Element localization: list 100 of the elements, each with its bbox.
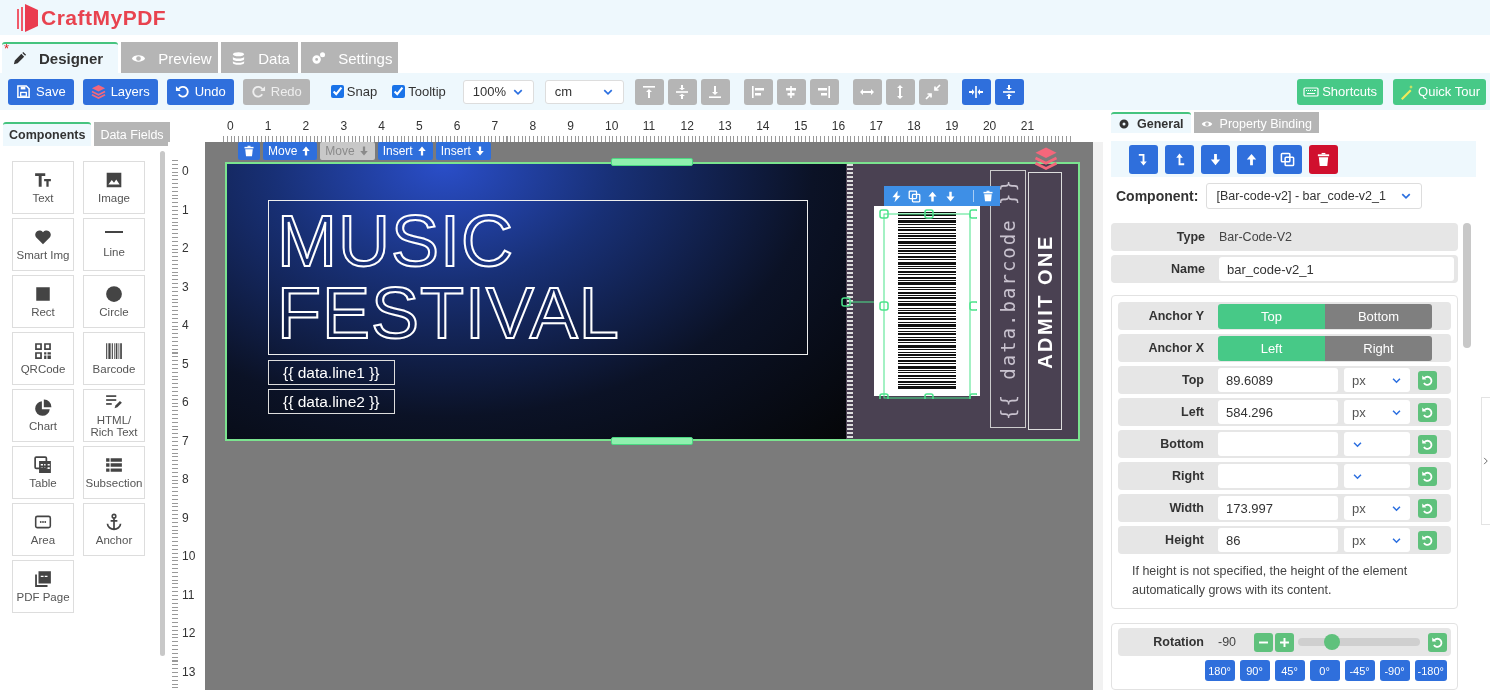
value-input[interactable]: 584.296 <box>1218 400 1338 424</box>
panel-tab[interactable]: Components <box>3 122 92 146</box>
component-tile[interactable]: Chart <box>12 389 74 442</box>
component-tile[interactable]: Subsection <box>83 446 145 499</box>
reset-button[interactable] <box>1428 632 1447 652</box>
logo-mark-icon <box>17 2 39 33</box>
unit-select[interactable]: px <box>1344 400 1410 424</box>
rotation-preset-button[interactable]: 90° <box>1239 660 1270 681</box>
resize-handle[interactable] <box>611 158 693 166</box>
align-center-button[interactable] <box>776 78 806 105</box>
component-tile[interactable]: Rect <box>12 275 74 328</box>
element-action-button[interactable]: Move <box>263 142 318 160</box>
gears-icon <box>311 51 327 66</box>
tab[interactable]: * Designer <box>2 42 119 73</box>
decrease-button[interactable] <box>1254 632 1273 652</box>
align-top-button[interactable] <box>634 78 664 105</box>
lightning-icon[interactable] <box>890 189 903 203</box>
increase-button[interactable] <box>1275 632 1294 652</box>
layers-icon[interactable] <box>1034 146 1058 170</box>
component-tile[interactable]: Table <box>12 446 74 499</box>
collapse-handle[interactable] <box>1481 397 1490 525</box>
arrow-up-icon[interactable] <box>926 189 939 203</box>
component-tile[interactable]: Line <box>83 218 145 271</box>
trash-icon[interactable] <box>973 190 994 202</box>
scrollbar[interactable] <box>1463 223 1471 348</box>
element-action-button[interactable]: Insert <box>435 142 491 160</box>
unit-select[interactable]: px <box>1344 528 1410 552</box>
value-input[interactable] <box>1218 432 1338 456</box>
align-middle-button[interactable] <box>667 78 697 105</box>
scrollbar[interactable] <box>1093 142 1103 690</box>
text-field-element[interactable]: {{ data.line2 }} <box>268 389 395 414</box>
arrow-down-icon[interactable] <box>944 189 957 203</box>
shrink-button[interactable] <box>918 78 948 105</box>
bring-to-front-button[interactable] <box>1165 144 1194 174</box>
align-left-button[interactable] <box>743 78 773 105</box>
component-tile[interactable]: Smart Img <box>12 218 74 271</box>
component-tile[interactable]: PDF Page <box>12 560 74 613</box>
resize-handle[interactable] <box>611 437 693 445</box>
chevron-right-icon <box>1482 456 1490 466</box>
component-tile[interactable]: Image <box>83 161 145 214</box>
align-bottom-button[interactable] <box>700 78 730 105</box>
unit-select[interactable]: px <box>1344 496 1410 520</box>
title-text-box[interactable]: MUSIC FESTIVAL <box>268 200 808 355</box>
barcode-text-box[interactable]: {{ data.barcode }} <box>990 170 1026 428</box>
value-input[interactable]: 173.997 <box>1218 496 1338 520</box>
copy-icon[interactable] <box>908 189 921 203</box>
checkbox[interactable] <box>392 85 406 98</box>
rotation-preset-button[interactable]: 0° <box>1309 660 1340 681</box>
reset-button[interactable] <box>1418 370 1437 390</box>
center-vertical-button[interactable] <box>994 78 1024 105</box>
component-tile[interactable]: Barcode <box>83 332 145 385</box>
rotation-preset-button[interactable]: 180° <box>1204 660 1235 681</box>
component-select[interactable]: [Bar-code-v2] - bar_code-v2_1 <box>1206 183 1423 209</box>
component-tile[interactable]: Circle <box>83 275 145 328</box>
rotation-preset-button[interactable]: 45° <box>1274 660 1305 681</box>
rotation-preset-button[interactable]: -90° <box>1379 660 1410 681</box>
rotation-preset-button[interactable]: -45° <box>1344 660 1375 681</box>
undo-button[interactable]: Undo <box>166 78 234 105</box>
layers-button[interactable]: Layers <box>82 78 158 105</box>
value-input[interactable]: 86 <box>1218 528 1338 552</box>
unit-select[interactable]: px <box>1344 368 1410 392</box>
reset-button[interactable] <box>1418 402 1437 422</box>
value-input[interactable]: 89.6089 <box>1218 368 1338 392</box>
logo[interactable]: CraftMyPDF <box>17 2 167 33</box>
rotation-preset-button[interactable]: -180° <box>1414 660 1447 681</box>
panel-tab[interactable]: General <box>1111 112 1191 133</box>
component-tile[interactable]: QRCode <box>12 332 74 385</box>
slider-thumb[interactable] <box>1324 634 1341 650</box>
segment-option[interactable]: Bottom <box>1325 303 1432 329</box>
element-action-button[interactable]: Insert <box>377 142 433 160</box>
reset-button[interactable] <box>1418 530 1437 550</box>
ruler-label: 17 <box>868 120 884 132</box>
text-field-element[interactable]: {{ data.line1 }} <box>268 360 395 385</box>
value-input[interactable] <box>1218 464 1338 488</box>
checkbox[interactable] <box>330 85 344 98</box>
reset-button[interactable] <box>1418 466 1437 486</box>
unit-select[interactable]: cm <box>544 79 624 104</box>
component-tile[interactable]: HTML/ Rich Text <box>83 389 145 442</box>
zoom-select[interactable]: 100% <box>462 79 534 104</box>
same-width-button[interactable] <box>852 78 882 105</box>
move-down-button[interactable] <box>1201 144 1230 174</box>
delete-button[interactable] <box>238 142 260 160</box>
save-button[interactable]: Save <box>8 78 74 105</box>
ruler-label: 7 <box>181 434 190 450</box>
name-input[interactable]: bar_code-v2_1 <box>1219 257 1454 281</box>
component-tile[interactable]: Anchor <box>83 503 145 556</box>
scrollbar[interactable] <box>160 151 165 656</box>
move-up-button[interactable] <box>1237 144 1266 174</box>
delete-button[interactable] <box>1309 144 1338 174</box>
send-to-back-button[interactable] <box>1129 144 1158 174</box>
duplicate-button[interactable] <box>1273 144 1302 174</box>
align-right-button[interactable] <box>809 78 839 105</box>
same-height-button[interactable] <box>885 78 915 105</box>
component-tile[interactable]: Text <box>12 161 74 214</box>
component-tile[interactable]: Area <box>12 503 74 556</box>
center-horizontal-button[interactable] <box>961 78 991 105</box>
reset-button[interactable] <box>1418 434 1437 454</box>
segment-option[interactable]: Right <box>1325 335 1432 361</box>
admit-text-box[interactable]: ADMIT ONE <box>1028 172 1062 430</box>
reset-button[interactable] <box>1418 498 1437 518</box>
